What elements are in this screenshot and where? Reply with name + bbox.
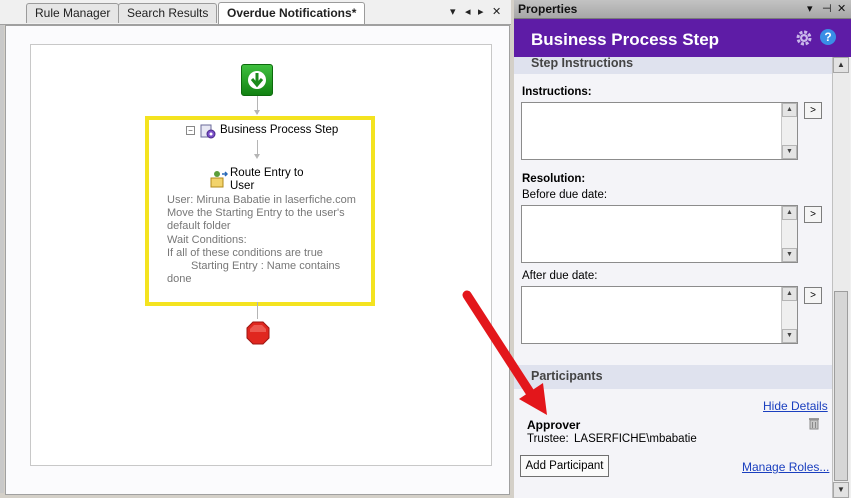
scroll-up-icon[interactable]: ▲ — [833, 57, 849, 73]
tab-list-dropdown-icon[interactable]: ▾ — [450, 5, 456, 18]
trustee-label: Trustee: — [527, 433, 569, 445]
before-due-scrollbar[interactable]: ▲ ▼ — [781, 206, 797, 262]
properties-title: Properties — [518, 2, 578, 16]
before-due-date-label: Before due date: — [522, 189, 608, 201]
add-participant-button[interactable]: Add Participant — [520, 455, 609, 477]
scroll-down-icon[interactable]: ▼ — [782, 329, 797, 343]
trustee-value: LASERFICHE\mbabatie — [574, 433, 697, 445]
trash-icon[interactable] — [808, 416, 820, 430]
instructions-scrollbar[interactable]: ▲ ▼ — [781, 103, 797, 159]
tab-search-results[interactable]: Search Results — [118, 3, 218, 23]
after-due-date-label: After due date: — [522, 270, 598, 282]
instructions-field[interactable]: ▲ ▼ — [521, 102, 798, 160]
scroll-down-icon[interactable]: ▼ — [833, 482, 849, 498]
scroll-up-icon[interactable]: ▲ — [782, 287, 797, 301]
document-tabstrip: Rule Manager Search Results Overdue Noti… — [0, 0, 511, 25]
after-due-scrollbar[interactable]: ▲ ▼ — [781, 287, 797, 343]
after-due-date-field[interactable]: ▲ ▼ — [521, 286, 798, 344]
scrollbar-thumb[interactable] — [834, 291, 848, 481]
route-detail-wait: Wait Conditions: — [167, 233, 247, 246]
tab-overdue-notifications[interactable]: Overdue Notifications* — [218, 2, 366, 24]
route-detail-user: User: Miruna Babatie in laserfiche.com — [167, 194, 356, 206]
start-node-icon[interactable] — [241, 64, 273, 96]
route-detail-condition: Starting Entry : Name contains done — [167, 260, 341, 286]
tab-scroll-right-icon[interactable]: ▸ — [478, 5, 484, 18]
instructions-label: Instructions: — [522, 86, 592, 98]
scroll-up-icon[interactable]: ▲ — [782, 103, 797, 117]
gear-icon[interactable] — [795, 29, 813, 47]
tab-rule-manager[interactable]: Rule Manager — [26, 3, 120, 23]
resolution-label: Resolution: — [522, 173, 586, 185]
route-entry-title[interactable]: Route Entry to User — [230, 167, 330, 193]
hide-details-link[interactable]: Hide Details — [763, 399, 828, 413]
scroll-down-icon[interactable]: ▼ — [782, 145, 797, 159]
route-detail-move: Move the Starting Entry to the user's de… — [167, 207, 345, 233]
section-label-step-instructions: Step Instructions — [531, 56, 634, 70]
before-due-expand-button[interactable]: > — [804, 206, 822, 223]
after-due-expand-button[interactable]: > — [804, 287, 822, 304]
business-process-icon — [200, 124, 216, 139]
route-detail-if: If all of these conditions are true — [167, 246, 323, 259]
left-scrollbar[interactable] — [0, 25, 4, 493]
route-entry-details: User: Miruna Babatie in laserfiche.com M… — [167, 194, 363, 286]
scroll-up-icon[interactable]: ▲ — [782, 206, 797, 220]
close-tab-icon[interactable]: ✕ — [492, 5, 501, 18]
pane-menu-icon[interactable]: ▾ — [807, 2, 813, 15]
annotation-arrow-icon — [462, 290, 547, 415]
tab-scroll-left-icon[interactable]: ◂ — [465, 5, 471, 18]
connector-arrow-icon — [254, 154, 260, 159]
properties-header-title: Business Process Step — [531, 30, 720, 49]
close-pane-icon[interactable]: ✕ — [837, 2, 846, 15]
instructions-expand-button[interactable]: > — [804, 102, 822, 119]
properties-scrollbar[interactable]: ▲ ▼ — [832, 57, 850, 498]
scroll-down-icon[interactable]: ▼ — [782, 248, 797, 262]
route-entry-icon — [210, 171, 228, 188]
collapse-icon[interactable]: − — [186, 126, 195, 135]
step-title[interactable]: Business Process Step — [220, 124, 338, 136]
manage-roles-link[interactable]: Manage Roles... — [742, 460, 829, 474]
help-icon[interactable]: ? — [820, 29, 836, 45]
end-node-icon[interactable] — [246, 321, 270, 345]
connector-arrow-icon — [254, 110, 260, 115]
before-due-date-field[interactable]: ▲ ▼ — [521, 205, 798, 263]
connector-line — [257, 302, 258, 319]
pin-icon[interactable]: ⊣ — [822, 2, 832, 15]
